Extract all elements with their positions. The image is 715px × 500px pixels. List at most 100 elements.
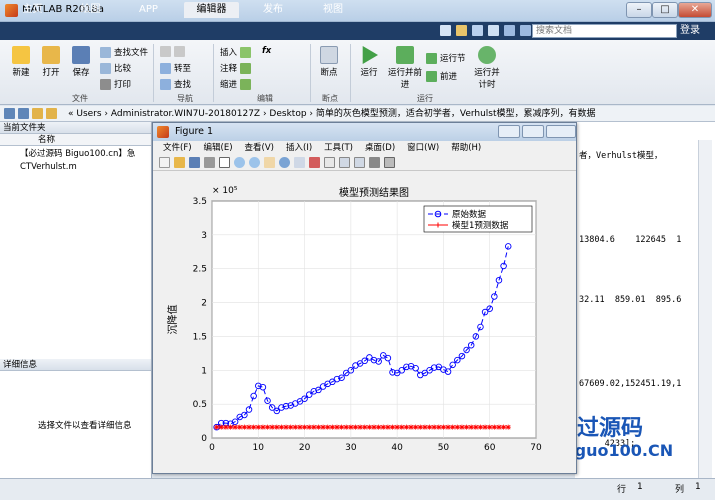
figure-menu-bar: 文件(F) 编辑(E) 查看(V) 插入(I) 工具(T) 桌面(D) 窗口(W… <box>153 141 576 155</box>
fx-button[interactable]: fx <box>262 46 271 56</box>
search-docs-input[interactable]: 搜索文档 <box>532 24 677 38</box>
compare-button[interactable]: 比较 <box>100 62 131 74</box>
cut-icon[interactable] <box>456 25 467 36</box>
data-point <box>380 424 386 430</box>
figure-maximize-button[interactable] <box>522 125 544 138</box>
data-point <box>357 424 363 430</box>
find-files-icon <box>100 46 111 58</box>
y-tick-label: 2.5 <box>193 265 207 275</box>
pan-icon[interactable] <box>264 157 275 168</box>
run-advance-button[interactable]: 运行并前进 <box>388 46 422 90</box>
indent-button[interactable]: 缩进 <box>220 78 252 90</box>
run-advance-icon <box>396 46 414 64</box>
vertical-scrollbar[interactable] <box>698 140 712 478</box>
minimize-button[interactable]: – <box>626 2 652 18</box>
copy-icon[interactable] <box>472 25 483 36</box>
x-tick-label: 10 <box>253 443 265 453</box>
print-button[interactable]: 打印 <box>100 78 131 90</box>
figure-minimize-button[interactable] <box>498 125 520 138</box>
status-bar <box>0 478 715 500</box>
back-icon[interactable] <box>4 108 15 119</box>
brush-icon[interactable] <box>309 157 320 168</box>
tab-apps[interactable]: APP <box>126 2 171 18</box>
pointer-icon[interactable] <box>219 157 230 168</box>
maximize-button[interactable]: □ <box>652 2 678 18</box>
menu-desktop[interactable]: 桌面(D) <box>365 141 395 155</box>
menu-insert[interactable]: 插入(I) <box>286 141 312 155</box>
new-button[interactable]: 新建 <box>8 46 34 78</box>
find-files-button[interactable]: 查找文件 <box>100 46 148 58</box>
data-cursor-icon[interactable] <box>294 157 305 168</box>
zoom-in-icon[interactable] <box>234 157 245 168</box>
insert-label: 插入 <box>220 48 238 58</box>
indent-icon <box>240 78 252 90</box>
menu-window[interactable]: 窗口(W) <box>407 141 439 155</box>
data-point <box>464 424 470 430</box>
run-and-time-button[interactable]: 运行并计时 <box>472 46 502 90</box>
save-icon[interactable] <box>189 157 200 168</box>
legend-icon[interactable] <box>354 157 365 168</box>
data-point <box>487 424 493 430</box>
show-plot-tools-icon[interactable] <box>384 157 395 168</box>
goto-button[interactable]: 转至 <box>160 62 191 74</box>
tab-view[interactable]: 视图 <box>308 2 358 18</box>
run-icon <box>362 46 378 64</box>
back-forward-button[interactable] <box>160 46 185 57</box>
insert-button[interactable]: 插入 <box>220 46 252 58</box>
data-point <box>371 424 377 430</box>
file-item[interactable]: 【必过源码 Biguo100.cn】急 <box>20 148 151 161</box>
menu-file[interactable]: 文件(F) <box>163 141 192 155</box>
open-icon[interactable] <box>174 157 185 168</box>
data-point <box>232 424 238 430</box>
figure-title: Figure 1 <box>175 126 214 137</box>
name-column-header[interactable]: 名称 <box>0 134 151 146</box>
comment-button[interactable]: 注释 <box>220 62 252 74</box>
link-icon[interactable] <box>324 157 335 168</box>
data-point <box>302 424 308 430</box>
redo-icon[interactable] <box>520 25 531 36</box>
browse-folder-icon[interactable] <box>46 108 57 119</box>
y-tick-label: 1.5 <box>193 332 207 342</box>
new-figure-icon[interactable] <box>159 157 170 168</box>
tab-editor[interactable]: 编辑器 <box>184 2 239 18</box>
menu-edit[interactable]: 编辑(E) <box>204 141 233 155</box>
undo-icon[interactable] <box>504 25 515 36</box>
advance-icon <box>426 70 437 82</box>
figure-window[interactable]: Figure 1 文件(F) 编辑(E) 查看(V) 插入(I) 工具(T) 桌… <box>152 122 577 474</box>
save-button[interactable]: 保存 <box>68 46 94 78</box>
run-button[interactable]: 运行 <box>356 46 382 78</box>
hide-plot-tools-icon[interactable] <box>369 157 380 168</box>
tab-publish[interactable]: 发布 <box>248 2 298 18</box>
y-tick-label: 2 <box>201 299 207 309</box>
login-link[interactable]: 登录 <box>680 24 712 38</box>
menu-tools[interactable]: 工具(T) <box>324 141 353 155</box>
find-button[interactable]: 查找 <box>160 78 191 90</box>
menu-help[interactable]: 帮助(H) <box>451 141 481 155</box>
advance-button[interactable]: 前进 <box>426 70 457 82</box>
current-path[interactable]: « Users › Administrator.WIN7U-20180127Z … <box>68 107 596 121</box>
figure-close-button[interactable] <box>546 125 576 138</box>
data-point <box>278 424 284 430</box>
menu-view[interactable]: 查看(V) <box>245 141 274 155</box>
save-icon[interactable] <box>440 25 451 36</box>
print-icon[interactable] <box>204 157 215 168</box>
run-section-label: 运行节 <box>440 54 466 64</box>
close-button[interactable]: ✕ <box>678 2 712 18</box>
open-button[interactable]: 打开 <box>38 46 64 78</box>
tab-home[interactable]: 主页 <box>10 2 55 18</box>
paste-icon[interactable] <box>488 25 499 36</box>
tab-plots[interactable]: 绘图 <box>68 2 113 18</box>
run-section-button[interactable]: 运行节 <box>426 52 466 64</box>
forward-icon[interactable] <box>18 108 29 119</box>
data-point <box>348 424 354 430</box>
data-point <box>246 424 252 430</box>
zoom-out-icon[interactable] <box>249 157 260 168</box>
up-folder-icon[interactable] <box>32 108 43 119</box>
file-item[interactable]: CTVerhulst.m <box>20 161 151 174</box>
floppy-icon <box>72 46 90 64</box>
colorbar-icon[interactable] <box>339 157 350 168</box>
rotate-icon[interactable] <box>279 157 290 168</box>
save-label: 保存 <box>72 68 90 78</box>
plot-area[interactable]: 0 10 20 30 40 50 60 70 0 0.5 1 1.5 2 2.5 3 3.5 模型预测结果图 × … <box>156 175 574 470</box>
breakpoints-button[interactable]: 断点 <box>316 46 342 78</box>
